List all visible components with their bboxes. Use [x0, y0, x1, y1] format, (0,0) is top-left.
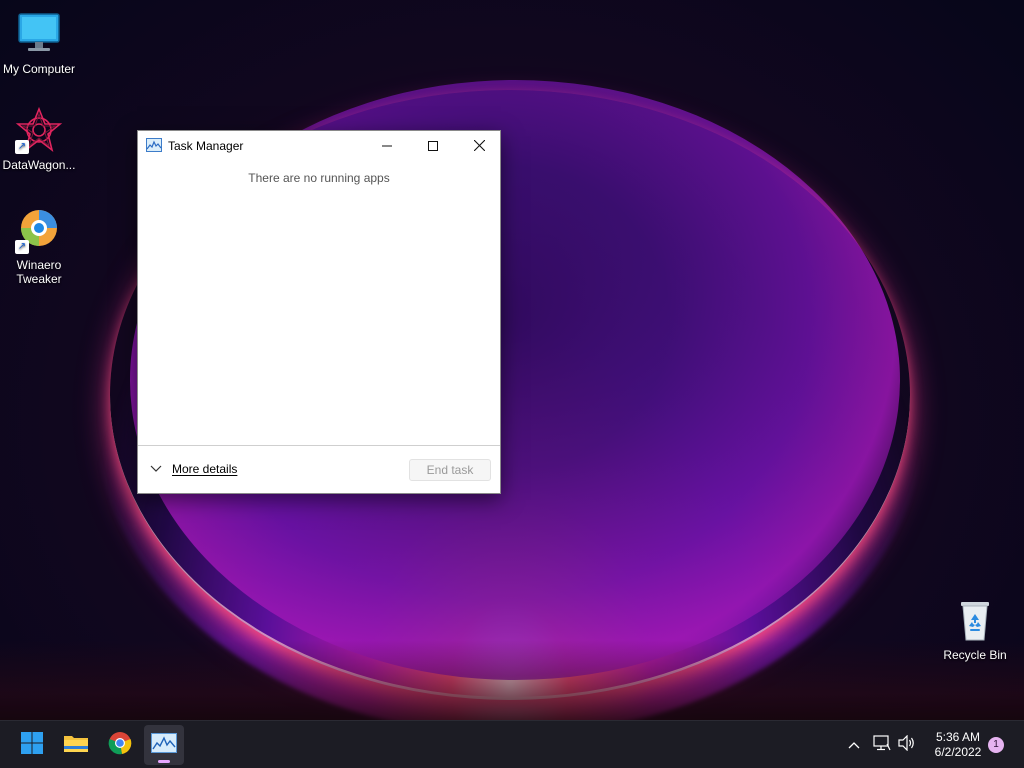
maximize-button[interactable] [410, 131, 456, 161]
winaero-tweaker-icon: ↗ [15, 206, 63, 254]
show-hidden-icons-button[interactable] [844, 735, 864, 755]
minimize-button[interactable] [364, 131, 410, 161]
task-manager-app-icon [146, 138, 162, 152]
folder-icon [63, 732, 89, 759]
wallpaper-horizon [0, 640, 1024, 720]
desktop-icon-label: DataWagon... [2, 158, 76, 172]
shortcut-arrow-icon: ↗ [15, 140, 29, 154]
monitor-icon [15, 10, 63, 58]
title-bar[interactable]: Task Manager [138, 131, 500, 161]
desktop-icon-my-computer[interactable]: My Computer [0, 10, 78, 76]
desktop-icon-recycle-bin[interactable]: Recycle Bin [936, 596, 1014, 662]
task-manager-window: Task Manager There are no running apps M… [137, 130, 501, 494]
clock-time: 5:36 AM [935, 730, 981, 744]
desktop-icon-winaero-tweaker[interactable]: ↗ Winaero Tweaker [0, 206, 78, 286]
taskbar-chrome[interactable] [100, 725, 140, 765]
chrome-icon [108, 731, 132, 760]
close-button[interactable] [456, 131, 502, 161]
taskbar-task-manager[interactable] [144, 725, 184, 765]
taskbar: 5:36 AM 6/2/2022 1 [0, 720, 1024, 768]
recycle-bin-icon [951, 596, 999, 644]
end-task-button[interactable]: End task [409, 459, 491, 481]
shortcut-arrow-icon: ↗ [15, 240, 29, 254]
desktop-icon-label-line2: Tweaker [16, 272, 62, 286]
window-title: Task Manager [168, 139, 244, 153]
window-footer: More details End task [138, 445, 500, 493]
desktop-icon-label: My Computer [2, 62, 76, 76]
network-icon [873, 734, 891, 756]
datawagon-logo-icon: ↗ [15, 106, 63, 154]
taskbar-file-explorer[interactable] [56, 725, 96, 765]
close-icon [473, 139, 485, 154]
desktop-icon-label-line1: Winaero [16, 258, 62, 272]
no-running-apps-message: There are no running apps [248, 171, 390, 185]
desktop-icon-label: Recycle Bin [943, 648, 1007, 662]
clock-date: 6/2/2022 [934, 745, 982, 759]
start-button[interactable] [12, 725, 52, 765]
taskbar-clock[interactable]: 5:36 AM 6/2/2022 [928, 730, 988, 760]
chevron-down-icon [150, 462, 164, 476]
more-details-button[interactable]: More details [150, 462, 237, 476]
speaker-icon [898, 734, 916, 756]
maximize-icon [428, 139, 438, 154]
task-manager-icon [151, 732, 177, 758]
active-app-indicator [158, 760, 170, 763]
chevron-up-icon [848, 736, 860, 754]
volume-button[interactable] [897, 734, 917, 756]
notification-badge[interactable]: 1 [988, 737, 1004, 753]
more-details-label: More details [172, 462, 238, 476]
minimize-icon [382, 139, 392, 154]
network-button[interactable] [872, 734, 892, 756]
windows-logo-icon [20, 731, 44, 760]
desktop-icon-datawagon[interactable]: ↗ DataWagon... [0, 106, 78, 172]
